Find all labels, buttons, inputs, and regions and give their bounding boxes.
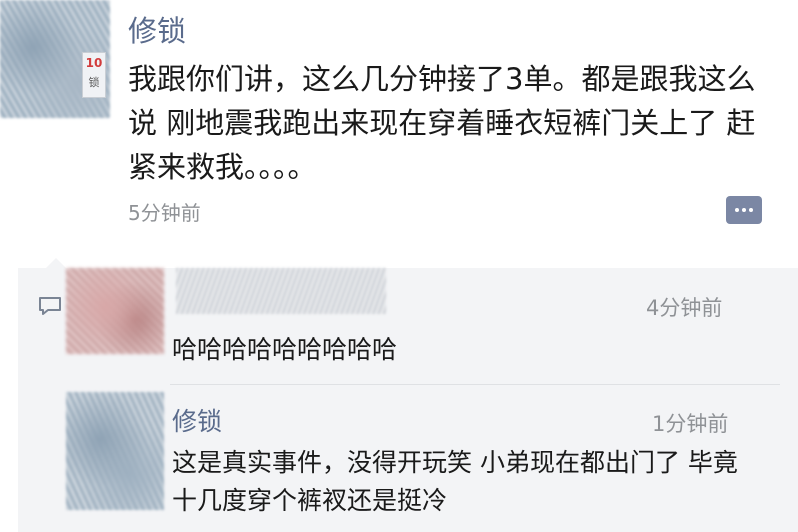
- comment-timestamp: 1分钟前: [652, 412, 729, 436]
- comment-timestamp: 4分钟前: [646, 296, 723, 320]
- comment-divider: [170, 384, 780, 385]
- comment-avatar[interactable]: [66, 268, 164, 354]
- comment-area-pointer: [46, 258, 66, 268]
- post-author-name[interactable]: 修锁: [128, 8, 186, 50]
- comment-author-name-blurred: [176, 268, 386, 314]
- avatar-badge-number: 10: [85, 56, 103, 70]
- moments-feed: 10 锁 修锁 我跟你们讲，这么几分钟接了3单。都是跟我这么说 刚地震我跑出来现…: [0, 0, 798, 532]
- comment-text: 哈哈哈哈哈哈哈哈哈: [172, 335, 398, 364]
- post-timestamp: 5分钟前: [128, 201, 201, 225]
- comment-author-name[interactable]: 修锁: [172, 402, 222, 438]
- comment-avatar[interactable]: [66, 392, 164, 510]
- avatar-badge: 10 锁: [82, 52, 106, 98]
- moment-post: 10 锁 修锁 我跟你们讲，这么几分钟接了3单。都是跟我这么说 刚地震我跑出来现…: [0, 0, 798, 262]
- post-text: 我跟你们讲，这么几分钟接了3单。都是跟我这么说 刚地震我跑出来现在穿着睡衣短裤门…: [128, 62, 756, 184]
- comment-text: 这是真实事件，没得开玩笑 小弟现在都出门了 毕竟十几度穿个裤衩还是挺冷: [172, 448, 738, 515]
- more-dots-icon[interactable]: [726, 196, 762, 224]
- comment-bubble-icon: [39, 297, 61, 315]
- avatar-badge-char: 锁: [88, 76, 100, 89]
